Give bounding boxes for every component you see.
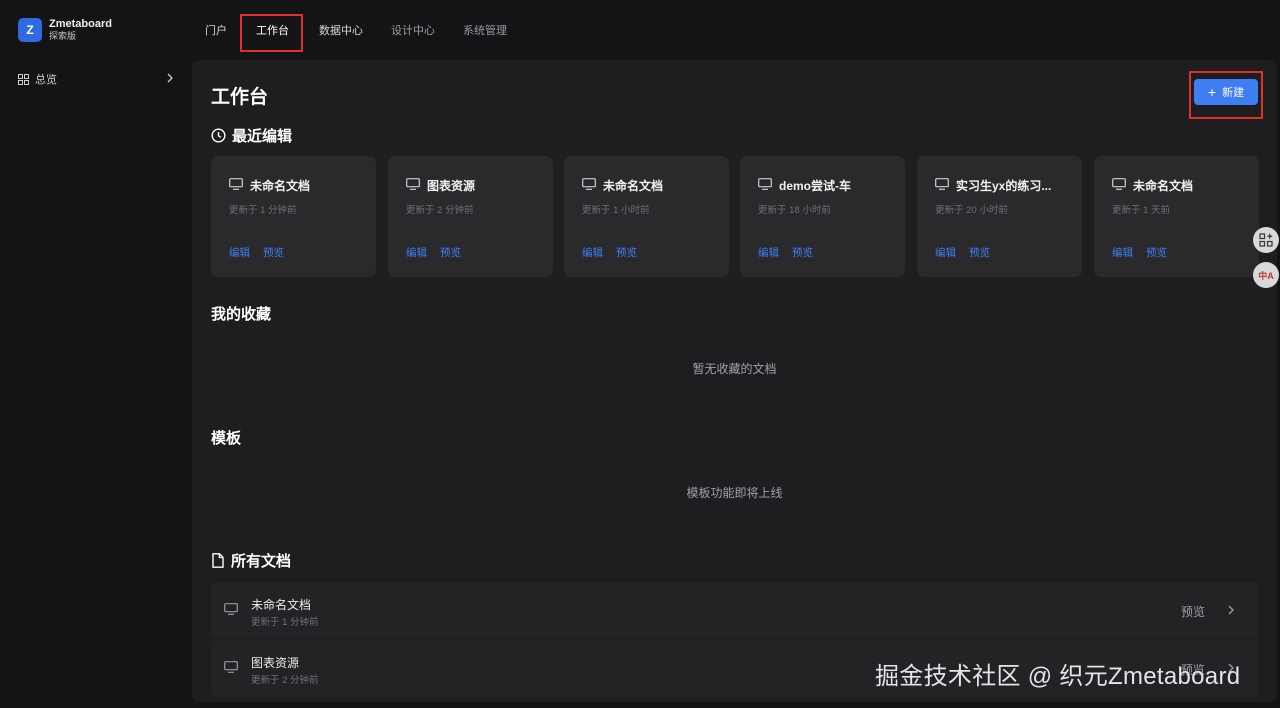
- doc-row[interactable]: 未命名文档 更新于 1 分钟前 预览: [211, 582, 1258, 639]
- card-time: 更新于 2 分钟前: [406, 205, 474, 216]
- brand-logo: Z: [18, 18, 42, 42]
- monitor-icon: [224, 603, 238, 615]
- preview-link[interactable]: 预览: [440, 245, 461, 260]
- translate-button[interactable]: 中A: [1253, 262, 1279, 288]
- monitor-icon: [406, 178, 420, 190]
- doc-name: 图表资源: [251, 656, 300, 670]
- edit-link[interactable]: 编辑: [1112, 245, 1133, 260]
- card-name: 未命名文档: [1133, 179, 1194, 193]
- recent-card[interactable]: 实习生yx的练习... 更新于 20 小时前 编辑 预览: [917, 156, 1082, 277]
- brand[interactable]: Z Zmetaboard 探索版: [18, 18, 112, 42]
- card-name: 未命名文档: [250, 179, 311, 193]
- all-docs-title-text: 所有文档: [231, 553, 292, 570]
- sidebar-item-label: 总览: [35, 74, 57, 86]
- recent-card[interactable]: 未命名文档 更新于 1 分钟前 编辑 预览: [211, 156, 376, 277]
- card-name: 图表资源: [427, 179, 476, 193]
- card-name: 未命名文档: [603, 179, 664, 193]
- edit-link[interactable]: 编辑: [229, 245, 250, 260]
- templates-empty-text: 模板功能即将上线: [686, 486, 783, 500]
- recent-section-title: 最近编辑: [211, 125, 292, 146]
- edit-link[interactable]: 编辑: [935, 245, 956, 260]
- preview-link[interactable]: 预览: [1146, 245, 1167, 260]
- monitor-icon: [758, 178, 772, 190]
- all-docs-section-title: 所有文档: [211, 550, 291, 571]
- doc-preview-link[interactable]: 预览: [1181, 603, 1205, 620]
- brand-edition: 探索版: [49, 31, 77, 41]
- chevron-right-icon: [167, 73, 173, 83]
- edit-link[interactable]: 编辑: [758, 245, 779, 260]
- card-time: 更新于 1 分钟前: [229, 205, 297, 216]
- top-nav: 门户 工作台 数据中心 设计中心 系统管理: [192, 0, 1280, 60]
- recent-card[interactable]: 图表资源 更新于 2 分钟前 编辑 预览: [388, 156, 553, 277]
- monitor-icon: [582, 178, 596, 190]
- monitor-icon: [229, 178, 243, 190]
- edit-link[interactable]: 编辑: [582, 245, 603, 260]
- card-time: 更新于 18 小时前: [758, 205, 831, 216]
- tab-system-admin[interactable]: 系统管理: [463, 22, 507, 38]
- highlight-box-workbench: [240, 14, 303, 52]
- edit-link[interactable]: 编辑: [406, 245, 427, 260]
- file-icon: [212, 553, 224, 568]
- card-time: 更新于 1 小时前: [582, 205, 650, 216]
- sidebar-item-overview[interactable]: 总览: [18, 70, 178, 88]
- tab-design-center[interactable]: 设计中心: [391, 22, 435, 38]
- preview-link[interactable]: 预览: [969, 245, 990, 260]
- translate-icon: 中A: [1258, 270, 1274, 281]
- preview-link[interactable]: 预览: [263, 245, 284, 260]
- apps-add-icon: [1259, 233, 1273, 247]
- tab-portal[interactable]: 门户: [205, 22, 227, 38]
- recent-card[interactable]: 未命名文档 更新于 1 天前 编辑 预览: [1094, 156, 1259, 277]
- apps-add-button[interactable]: [1253, 227, 1279, 253]
- card-time: 更新于 20 小时前: [935, 205, 1008, 216]
- monitor-icon: [224, 661, 238, 673]
- chevron-right-icon: [1228, 605, 1234, 615]
- watermark: 掘金技术社区 @ 织元Zmetaboard: [875, 663, 1241, 690]
- card-time: 更新于 1 天前: [1112, 205, 1171, 216]
- card-name: 实习生yx的练习...: [956, 179, 1052, 193]
- monitor-icon: [935, 178, 949, 190]
- doc-name: 未命名文档: [251, 598, 312, 612]
- main-panel: 工作台 + 新建 最近编辑 未命名文档 更新于 1 分钟前 编辑 预览 图表资源…: [192, 60, 1277, 702]
- sidebar: Z Zmetaboard 探索版 总览: [0, 0, 192, 708]
- preview-link[interactable]: 预览: [616, 245, 637, 260]
- recent-title-text: 最近编辑: [232, 128, 293, 145]
- clock-icon: [211, 128, 226, 143]
- recent-card[interactable]: 未命名文档 更新于 1 小时前 编辑 预览: [564, 156, 729, 277]
- highlight-box-new: [1189, 71, 1263, 119]
- preview-link[interactable]: 预览: [792, 245, 813, 260]
- doc-time: 更新于 1 分钟前: [251, 617, 319, 628]
- card-name: demo尝试-车: [779, 179, 852, 193]
- brand-name: Zmetaboard: [49, 18, 112, 30]
- favorites-empty-text: 暂无收藏的文档: [692, 362, 777, 376]
- doc-time: 更新于 2 分钟前: [251, 675, 319, 686]
- favorites-section-title: 我的收藏: [211, 306, 272, 323]
- monitor-icon: [1112, 178, 1126, 190]
- recent-card[interactable]: demo尝试-车 更新于 18 小时前 编辑 预览: [740, 156, 905, 277]
- tab-data-center[interactable]: 数据中心: [319, 22, 363, 38]
- grid-icon: [18, 73, 29, 85]
- templates-section-title: 模板: [211, 430, 242, 447]
- page-title: 工作台: [211, 87, 269, 108]
